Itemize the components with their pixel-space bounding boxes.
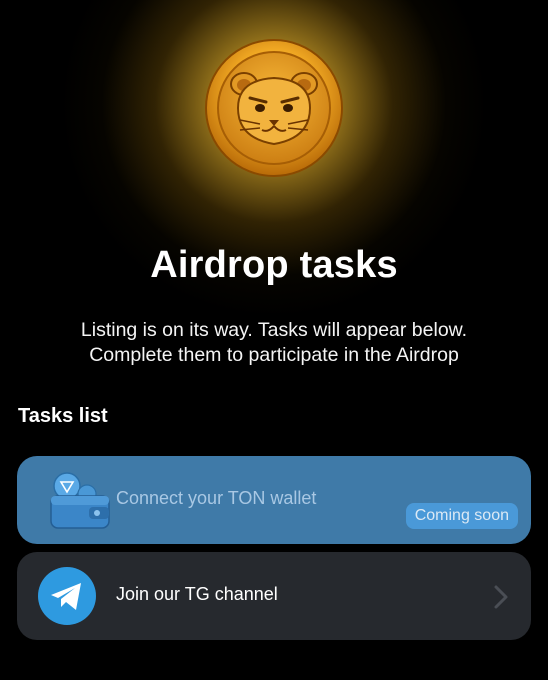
task-join-tg-channel[interactable]: Join our TG channel [17,552,531,640]
hamster-coin-icon [205,39,343,177]
tasks-list-heading: Tasks list [18,405,108,427]
chevron-right-icon [494,585,508,609]
task-connect-ton-wallet[interactable]: Connect your TON wallet Coming soon [17,456,531,544]
subtitle-line-1: Listing is on its way. Tasks will appear… [80,319,468,341]
telegram-icon [38,567,96,625]
coming-soon-badge: Coming soon [405,503,518,529]
task-label: Connect your TON wallet [116,488,317,508]
page-title: Airdrop tasks [150,244,398,286]
wallet-icon [50,472,110,529]
subtitle-line-2: Complete them to participate in the Aird… [89,344,459,366]
task-label: Join our TG channel [116,584,278,604]
page-subtitle: Listing is on its way. Tasks will appear… [0,318,548,368]
